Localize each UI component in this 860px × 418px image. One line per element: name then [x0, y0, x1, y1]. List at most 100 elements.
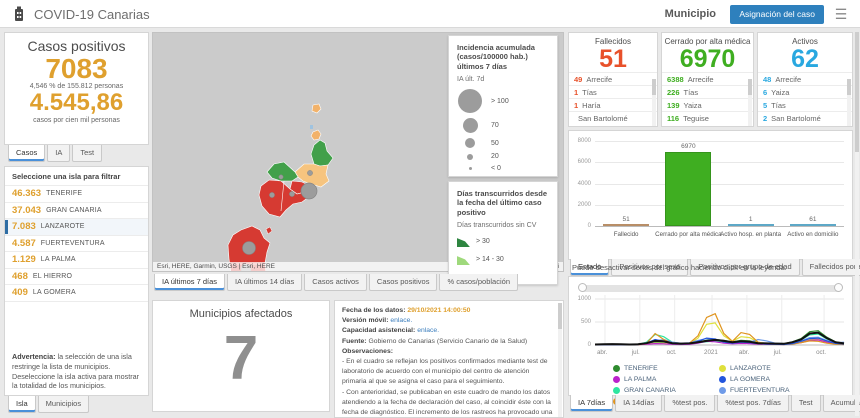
island-value: 409 — [12, 287, 28, 299]
line-y-tick: 500 — [580, 319, 591, 325]
legend-dot — [719, 365, 726, 372]
line-chart-tabs: IA 7días IA 14días %test pos. %test pos. 7d… — [570, 395, 860, 412]
legend-name: LA PALMA — [624, 376, 657, 383]
municipio-label[interactable]: Municipio — [665, 8, 716, 20]
stat-row[interactable]: 1 Haría — [569, 98, 657, 111]
tab-test[interactable]: Test — [790, 395, 821, 412]
stat-scrollbar[interactable] — [847, 79, 851, 126]
legend-item-tenerife[interactable]: TENERIFE — [613, 365, 705, 372]
tab-isla[interactable]: Isla — [8, 396, 36, 413]
positives-tabs: Casos IA Test — [8, 145, 103, 162]
tab-municipios[interactable]: Municipios — [37, 396, 90, 413]
tab-casos[interactable]: Casos — [8, 145, 46, 162]
map-municipality-haria[interactable] — [310, 139, 334, 167]
bar-activo-hosp-en-planta[interactable] — [727, 224, 774, 226]
legend-name: TENERIFE — [624, 365, 658, 372]
stat-row[interactable]: 5 Tías — [758, 98, 852, 111]
map-symbol-tias[interactable] — [289, 191, 295, 197]
tab-ia[interactable]: IA — [47, 145, 71, 162]
island-row-la-palma[interactable]: 1.129 LA PALMA — [5, 252, 148, 269]
tab-ia-7d-as[interactable]: IA 7días — [570, 395, 614, 412]
tab-test-pos[interactable]: %test pos. — [664, 395, 716, 412]
legend-ia-panel: Incidencia acumulada (casos/100000 hab.)… — [448, 35, 558, 177]
island-row-gran-canaria[interactable]: 37.043 GRAN CANARIA — [5, 203, 148, 219]
bar-y-tick: 2000 — [577, 201, 591, 208]
info-mobile-link[interactable]: enlace. — [390, 317, 412, 324]
island-row-el-hierro[interactable]: 468 EL HIERRO — [5, 269, 148, 285]
legend-day-label: > 30 — [476, 238, 490, 246]
legend-item-lanzarote[interactable]: LANZAROTE — [719, 365, 811, 372]
app-header: COVID-19 Canarias Municipio Asignación d… — [0, 0, 860, 28]
tab-casos-positivos[interactable]: Casos positivos — [368, 274, 438, 291]
stat-row[interactable]: 49 Arrecife — [569, 72, 657, 85]
island-panel-header: Seleccione una isla para filtrar — [5, 167, 148, 186]
hamburger-menu-icon[interactable]: ☰ — [832, 6, 850, 22]
map-symbol-teguise[interactable] — [307, 170, 313, 176]
tab-casos-activos[interactable]: Casos activos — [304, 274, 367, 291]
stat-list: 48 Arrecife 6 Yaiza 5 Tías 2 San Bartolo… — [758, 72, 852, 124]
legend-item-la-palma[interactable]: LA PALMA — [613, 376, 705, 383]
stat-row-value: 49 — [574, 74, 583, 84]
map-islet-alegranza[interactable] — [311, 103, 322, 114]
bar-cerrado-por-alta-m-dica[interactable] — [665, 151, 712, 226]
line-x-tick: abr. — [738, 349, 750, 356]
stat-list: 49 Arrecife 1 Tías 1 Haría San Bartolomé — [569, 72, 657, 124]
stat-row[interactable]: 226 Tías — [662, 85, 753, 98]
legend-ia-title: Incidencia acumulada (casos/100000 hab.)… — [457, 43, 535, 71]
tab-test-pos-7d-as[interactable]: %test pos. 7días — [717, 395, 789, 412]
line-chart[interactable] — [569, 277, 854, 357]
stat-row[interactable]: 139 Yaiza — [662, 98, 753, 111]
legend-day-swatch — [457, 238, 470, 248]
island-value: 7.083 — [12, 221, 36, 233]
bar-activo-en-domicilio[interactable] — [789, 224, 836, 226]
positives-title: Casos positivos — [27, 38, 126, 54]
island-name: EL HIERRO — [32, 272, 73, 280]
map-symbol-tinajo[interactable] — [278, 174, 284, 180]
island-value: 1.129 — [12, 254, 36, 266]
legend-name: FUERTEVENTURA — [730, 387, 790, 394]
island-row-lanzarote[interactable]: 7.083 LANZAROTE — [5, 219, 148, 236]
stat-row[interactable]: 1 Tías — [569, 85, 657, 98]
stat-scrollbar[interactable] — [652, 79, 656, 126]
stat-row[interactable]: 6388 Arrecife — [662, 72, 753, 85]
island-row-tenerife[interactable]: 46.363 TENERIFE — [5, 186, 148, 203]
stat-row[interactable]: 2 San Bartolomé — [758, 111, 852, 124]
tab-casos-poblaci-n[interactable]: % casos/población — [439, 274, 518, 291]
map-symbol-yaiza[interactable] — [269, 192, 275, 198]
stat-row[interactable]: 6 Yaiza — [758, 85, 852, 98]
assign-case-button[interactable]: Asignación del caso — [730, 5, 824, 24]
bar-fallecido[interactable] — [603, 224, 650, 226]
stat-row[interactable]: 48 Arrecife — [758, 72, 852, 85]
tab-ia-ltimos-14-d-as[interactable]: IA últimos 14 días — [227, 274, 303, 291]
legend-circle-label: > 100 — [491, 97, 509, 105]
tab-test[interactable]: Test — [72, 145, 103, 162]
island-row-fuerteventura[interactable]: 4.587 FUERTEVENTURA — [5, 236, 148, 252]
stat-scrollbar[interactable] — [748, 79, 752, 126]
legend-item-gran-canaria[interactable]: GRAN CANARIA — [613, 387, 705, 394]
line-y-tick: 1000 — [577, 296, 591, 302]
map-islet-lobos[interactable] — [265, 226, 273, 235]
legend-dot — [613, 387, 620, 394]
tab-ia-14d-as[interactable]: IA 14días — [615, 395, 663, 412]
legend-day-swatch — [457, 256, 470, 266]
bar-chart[interactable]: 51 6970 1 61 — [595, 141, 844, 227]
legend-item-fuerteventura[interactable]: FUERTEVENTURA — [719, 387, 811, 394]
tab-ia-ltimos-7-d-as[interactable]: IA últimos 7 días — [154, 274, 226, 291]
legend-item-la-gomera[interactable]: LA GOMERA — [719, 376, 811, 383]
map-islet-la-graciosa[interactable] — [310, 129, 322, 141]
line-y-tick: 0 — [587, 342, 591, 348]
right-scrollbar[interactable] — [855, 32, 859, 416]
chart-note: Puede desactivar series del gráfico haci… — [572, 263, 787, 272]
info-capacity-link[interactable]: enlace. — [417, 327, 439, 334]
stat-row-value: 6388 — [667, 74, 684, 84]
bar-y-tick: 6000 — [577, 159, 591, 166]
info-scrollbar[interactable] — [558, 303, 562, 417]
map-symbol-la-oliva[interactable] — [242, 241, 256, 255]
island-row-la-gomera[interactable]: 409 LA GOMERA — [5, 285, 148, 302]
map-islet-montana-clara[interactable] — [310, 125, 313, 129]
stat-row[interactable]: 116 Teguise — [662, 111, 753, 124]
stat-row[interactable]: San Bartolomé — [569, 111, 657, 124]
line-x-tick: 2021 — [704, 349, 718, 356]
info-panel: Fecha de los datos: 29/10/2021 14:00:50 … — [334, 300, 564, 418]
map-symbol-arrecife[interactable] — [300, 182, 318, 200]
